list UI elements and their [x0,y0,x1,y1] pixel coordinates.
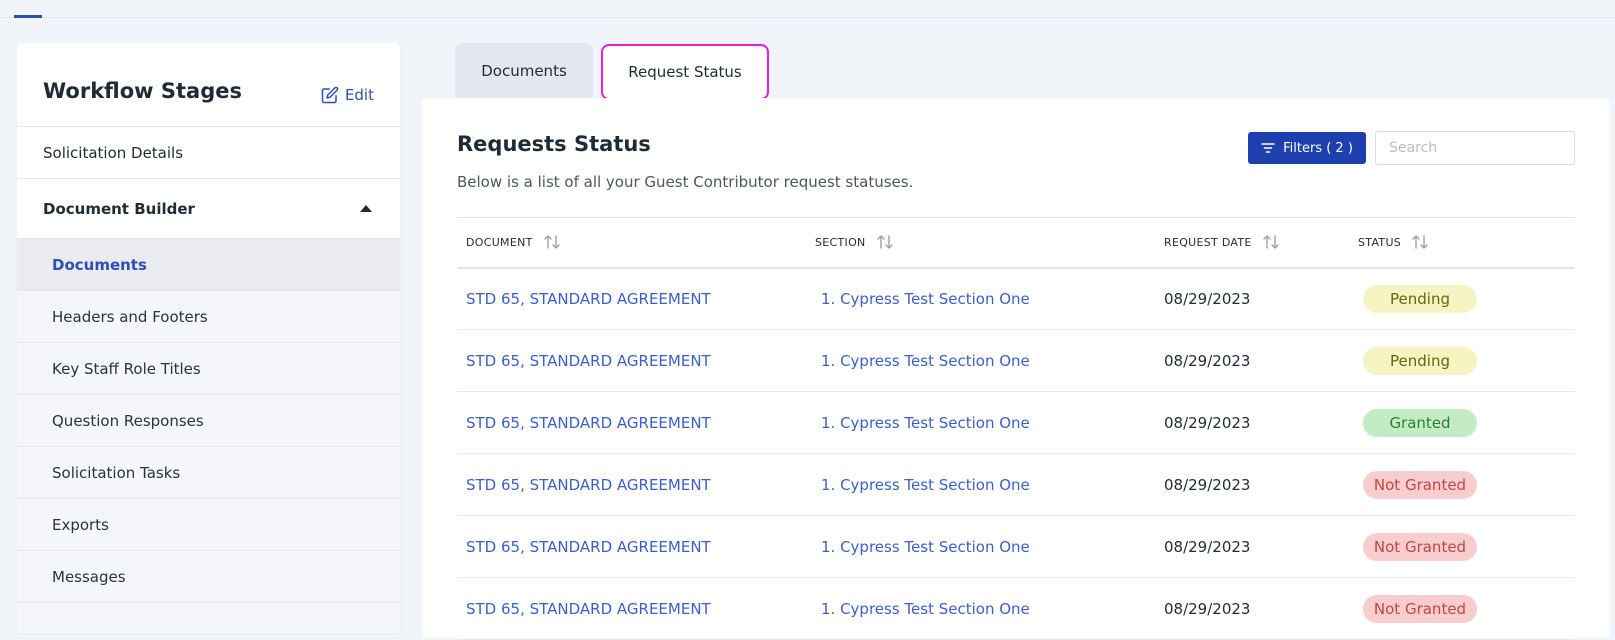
sort-icon [1262,235,1279,249]
status-cell: Granted [1349,391,1575,454]
sort-icon [876,235,893,249]
sidebar-item-label: Headers and Footers [52,307,208,326]
column-header-request-date[interactable]: REQUEST DATE [1155,217,1349,269]
table-row: STD 65, STANDARD AGREEMENT 1. Cypress Te… [457,577,1575,640]
column-header-section[interactable]: SECTION [806,217,1155,269]
table-row: STD 65, STANDARD AGREEMENT 1. Cypress Te… [457,453,1575,516]
sidebar-item-documents[interactable]: Documents [17,239,400,291]
edit-label: Edit [344,86,374,104]
section-link[interactable]: 1. Cypress Test Section One [806,453,1155,516]
tab-request-status[interactable]: Request Status [601,44,769,100]
top-bar [0,0,1615,18]
status-cell: Pending [1349,329,1575,392]
sidebar-item-label: Key Staff Role Titles [52,359,201,378]
sidebar-item-label: Documents [52,255,147,274]
section-link[interactable]: 1. Cypress Test Section One [806,267,1155,330]
sidebar-item-label: Question Responses [52,411,204,430]
request-date: 08/29/2023 [1155,391,1349,454]
filter-icon [1261,143,1275,153]
request-date: 08/29/2023 [1155,453,1349,516]
sidebar-item-label: Solicitation Details [43,143,184,162]
status-badge: Pending [1363,284,1477,313]
sidebar-item-label: Document Builder [43,199,195,218]
table-header-row: DOCUMENT SECTION REQUEST DATE STATUS [457,217,1575,269]
table-row: STD 65, STANDARD AGREEMENT 1. Cypress Te… [457,391,1575,454]
request-date: 08/29/2023 [1155,267,1349,330]
status-badge: Not Granted [1363,470,1477,499]
column-header-status[interactable]: STATUS [1349,217,1575,269]
document-link[interactable]: STD 65, STANDARD AGREEMENT [457,453,806,516]
status-badge: Not Granted [1363,532,1477,561]
document-link[interactable]: STD 65, STANDARD AGREEMENT [457,329,806,392]
table-row: STD 65, STANDARD AGREEMENT 1. Cypress Te… [457,267,1575,330]
sidebar-item-label: Exports [52,515,109,534]
sidebar-item-solicitation-details[interactable]: Solicitation Details [17,127,400,179]
filters-label: Filters ( 2 ) [1283,140,1353,156]
tab-label: Documents [481,62,567,80]
status-badge: Granted [1363,408,1477,437]
document-link[interactable]: STD 65, STANDARD AGREEMENT [457,577,806,640]
search-input[interactable] [1375,131,1575,165]
section-link[interactable]: 1. Cypress Test Section One [806,515,1155,578]
sort-icon [543,235,560,249]
document-link[interactable]: STD 65, STANDARD AGREEMENT [457,515,806,578]
sidebar-item-label: Solicitation Tasks [52,463,181,482]
request-date: 08/29/2023 [1155,577,1349,640]
sidebar-item-next[interactable] [17,603,400,633]
sidebar-header: Workflow Stages Edit [17,43,400,127]
sidebar-item-messages[interactable]: Messages [17,551,400,603]
sidebar-item-solicitation-tasks[interactable]: Solicitation Tasks [17,447,400,499]
request-date: 08/29/2023 [1155,515,1349,578]
sidebar-title: Workflow Stages [43,79,242,103]
section-link[interactable]: 1. Cypress Test Section One [806,391,1155,454]
status-cell: Pending [1349,267,1575,330]
edit-button[interactable]: Edit [321,86,374,104]
filters-button[interactable]: Filters ( 2 ) [1248,132,1366,164]
status-cell: Not Granted [1349,577,1575,640]
tab-documents[interactable]: Documents [455,43,593,99]
status-badge: Pending [1363,346,1477,375]
table-row: STD 65, STANDARD AGREEMENT 1. Cypress Te… [457,515,1575,578]
sidebar-item-headers-and-footers[interactable]: Headers and Footers [17,291,400,343]
tab-label: Request Status [628,63,742,81]
document-link[interactable]: STD 65, STANDARD AGREEMENT [457,267,806,330]
column-label: STATUS [1358,235,1402,249]
status-badge: Not Granted [1363,594,1477,623]
sidebar-item-exports[interactable]: Exports [17,499,400,551]
document-link[interactable]: STD 65, STANDARD AGREEMENT [457,391,806,454]
page-subtitle: Below is a list of all your Guest Contri… [457,173,914,191]
top-bar-accent [14,15,42,18]
status-cell: Not Granted [1349,453,1575,516]
page-title: Requests Status [457,132,651,156]
sidebar-group-document-builder[interactable]: Document Builder [17,179,400,239]
sidebar-item-label: Messages [52,567,126,586]
requests-status-panel: Requests Status Below is a list of all y… [422,98,1610,640]
requests-table: DOCUMENT SECTION REQUEST DATE STATUS STD… [457,217,1575,640]
column-label: REQUEST DATE [1164,235,1252,249]
sidebar-item-key-staff-role-titles[interactable]: Key Staff Role Titles [17,343,400,395]
sort-icon [1412,235,1428,249]
request-date: 08/29/2023 [1155,329,1349,392]
table-row: STD 65, STANDARD AGREEMENT 1. Cypress Te… [457,329,1575,392]
section-link[interactable]: 1. Cypress Test Section One [806,577,1155,640]
column-label: DOCUMENT [466,235,533,249]
column-label: SECTION [815,235,866,249]
column-header-document[interactable]: DOCUMENT [457,217,806,269]
caret-up-icon [360,205,372,212]
sidebar-item-question-responses[interactable]: Question Responses [17,395,400,447]
section-link[interactable]: 1. Cypress Test Section One [806,329,1155,392]
status-cell: Not Granted [1349,515,1575,578]
workflow-sidebar: Workflow Stages Edit Solicitation Detail… [17,43,400,633]
edit-icon [321,86,339,104]
